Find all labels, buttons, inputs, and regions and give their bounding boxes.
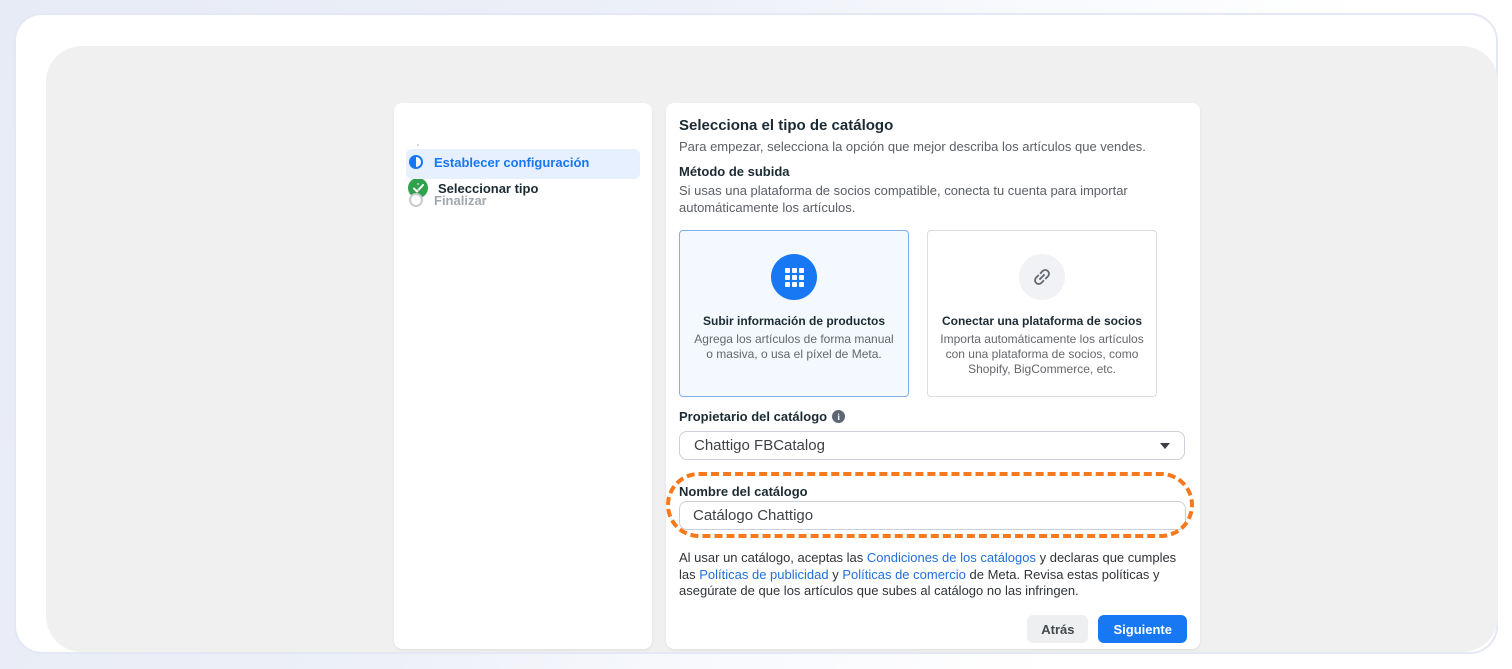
- grid-icon: [771, 254, 817, 300]
- upload-method-heading: Método de subida: [679, 164, 790, 179]
- catalog-owner-select[interactable]: Chattigo FBCatalog: [679, 431, 1185, 460]
- catalog-owner-label: Propietario del catálogo: [679, 409, 827, 424]
- step-label: Establecer configuración: [434, 155, 589, 170]
- card-title: Subir información de productos: [680, 314, 908, 328]
- catalog-name-input[interactable]: [679, 501, 1186, 530]
- half-circle-icon: [409, 155, 423, 169]
- caret-down-icon: [1160, 443, 1170, 449]
- page-background: Seleccionar tipo Establecer configuració…: [0, 0, 1512, 669]
- legal-link[interactable]: Políticas de comercio: [842, 567, 966, 582]
- catalog-setup-panel: Selecciona el tipo de catálogo Para empe…: [666, 103, 1200, 649]
- wizard-stepper: Seleccionar tipo Establecer configuració…: [394, 103, 652, 649]
- app-background: Seleccionar tipo Establecer configuració…: [46, 46, 1498, 652]
- legal-link[interactable]: Políticas de publicidad: [699, 567, 828, 582]
- wizard-actions: Atrás Siguiente: [1027, 615, 1187, 643]
- card-upload-product-info[interactable]: Subir información de productos Agrega lo…: [679, 230, 909, 397]
- upload-method-description: Si usas una plataforma de socios compati…: [679, 182, 1131, 216]
- card-description: Agrega los artículos de forma manual o m…: [680, 332, 908, 362]
- presentation-frame: Seleccionar tipo Establecer configuració…: [14, 13, 1498, 654]
- legal-text-segment: Al usar un catálogo, aceptas las: [679, 550, 867, 565]
- back-button[interactable]: Atrás: [1027, 615, 1088, 643]
- catalog-owner-value: Chattigo FBCatalog: [694, 437, 825, 454]
- page-subtitle: Para empezar, selecciona la opción que m…: [679, 139, 1189, 154]
- page-title: Selecciona el tipo de catálogo: [679, 117, 893, 134]
- circle-outline-icon: [409, 193, 423, 207]
- card-description: Importa automáticamente los artículos co…: [928, 332, 1156, 377]
- card-title: Conectar una plataforma de socios: [928, 314, 1156, 328]
- catalog-name-label: Nombre del catálogo: [679, 484, 808, 499]
- info-icon[interactable]: i: [832, 410, 845, 423]
- link-icon: [1019, 254, 1065, 300]
- legal-link[interactable]: Condiciones de los catálogos: [867, 550, 1036, 565]
- legal-text-segment: y: [829, 567, 843, 582]
- next-button[interactable]: Siguiente: [1098, 615, 1187, 643]
- step-label: Finalizar: [434, 193, 487, 208]
- step-finalizar[interactable]: Finalizar: [408, 192, 487, 208]
- step-establecer-configuracion[interactable]: Establecer configuración: [408, 154, 589, 170]
- legal-text: Al usar un catálogo, aceptas las Condici…: [679, 550, 1195, 600]
- catalog-owner-label-row: Propietario del catálogo i: [679, 409, 845, 424]
- card-connect-partner-platform[interactable]: Conectar una plataforma de socios Import…: [927, 230, 1157, 397]
